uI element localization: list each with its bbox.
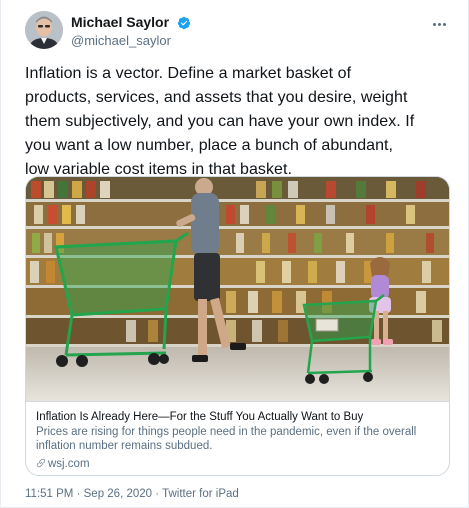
avatar-portrait — [25, 11, 63, 49]
tweet-header: Michael Saylor @michael_saylor — [25, 11, 455, 51]
tweet-text-line: you want a low number, place a bunch of … — [25, 137, 394, 154]
card-description-line: inflation number remains subdued. — [36, 440, 213, 452]
link-icon — [36, 458, 46, 468]
card-domain[interactable]: wsj.com — [36, 457, 439, 471]
tweet-text: Inflation is a vector. Define a market b… — [25, 62, 455, 182]
link-card[interactable]: Inflation Is Already Here—For the Stuff … — [25, 176, 450, 476]
author-names: Michael Saylor @michael_saylor — [71, 14, 191, 49]
tweet-text-line: products, services, and assets that you … — [25, 89, 408, 106]
verified-badge-icon — [177, 16, 190, 29]
more-options-icon[interactable] — [433, 13, 453, 27]
tweet-source[interactable]: Twitter for iPad — [162, 488, 239, 500]
tweet-date[interactable]: Sep 26, 2020 — [84, 488, 152, 500]
tweet-time[interactable]: 11:51 PM — [25, 488, 73, 500]
card-image[interactable] — [26, 177, 449, 401]
author-display-name[interactable]: Michael Saylor — [71, 14, 169, 31]
card-description-line: Prices are rising for things people need… — [36, 426, 417, 438]
author-handle[interactable]: @michael_saylor — [71, 33, 191, 49]
avatar[interactable] — [25, 11, 63, 49]
card-body[interactable]: Inflation Is Already Here—For the Stuff … — [26, 401, 449, 475]
tweet-meta: 11:51 PM · Sep 26, 2020 · Twitter for iP… — [25, 487, 239, 501]
meta-separator: · — [76, 488, 81, 500]
grocery-aisle-photo — [26, 177, 449, 401]
tweet: Michael Saylor @michael_saylor Inflation… — [0, 0, 469, 508]
card-title[interactable]: Inflation Is Already Here—For the Stuff … — [36, 410, 439, 424]
tweet-text-line: Inflation is a vector. Define a market b… — [25, 65, 352, 82]
meta-separator: · — [155, 488, 160, 500]
tweet-text-line: them subjectively, and you can have your… — [25, 113, 415, 130]
card-description: Prices are rising for things people need… — [36, 425, 439, 453]
card-domain-text: wsj.com — [48, 458, 90, 470]
